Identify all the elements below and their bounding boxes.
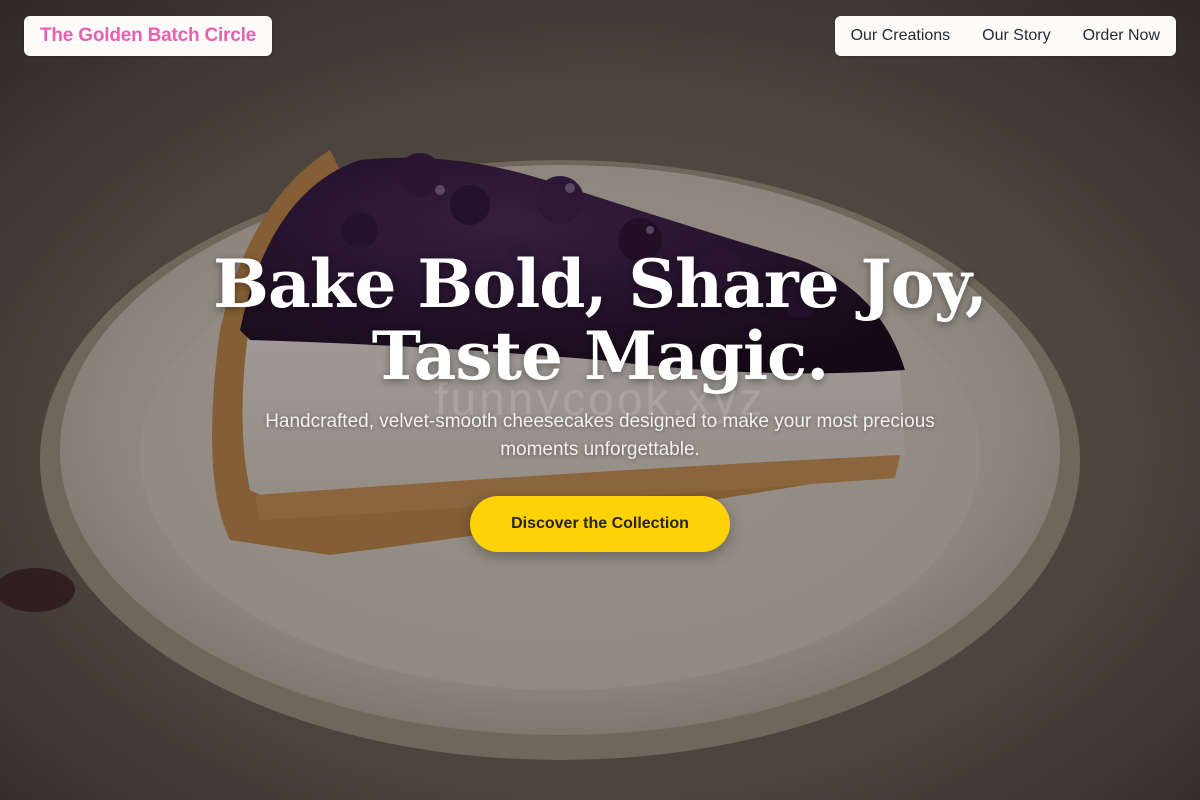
hero-dark-overlay	[0, 0, 1200, 800]
brand-logo-link[interactable]: The Golden Batch Circle	[24, 16, 273, 56]
discover-collection-button[interactable]: Discover the Collection	[470, 496, 730, 552]
nav-item-our-creations[interactable]: Our Creations	[851, 27, 951, 45]
nav-item-order-now[interactable]: Order Now	[1083, 27, 1160, 45]
hero-headline: Bake Bold, Share Joy, Taste Magic.	[0, 248, 1200, 392]
nav-item-our-story[interactable]: Our Story	[982, 27, 1050, 45]
hero-headline-line-2: Taste Magic.	[371, 317, 829, 395]
hero-subtitle: Handcrafted, velvet-smooth cheesecakes d…	[265, 411, 935, 460]
main-nav: Our Creations Our Story Order Now	[834, 16, 1176, 56]
hero-section: The Golden Batch Circle Our Creations Ou…	[0, 0, 1200, 800]
hero-headline-line-1: Bake Bold, Share Joy,	[213, 245, 988, 323]
